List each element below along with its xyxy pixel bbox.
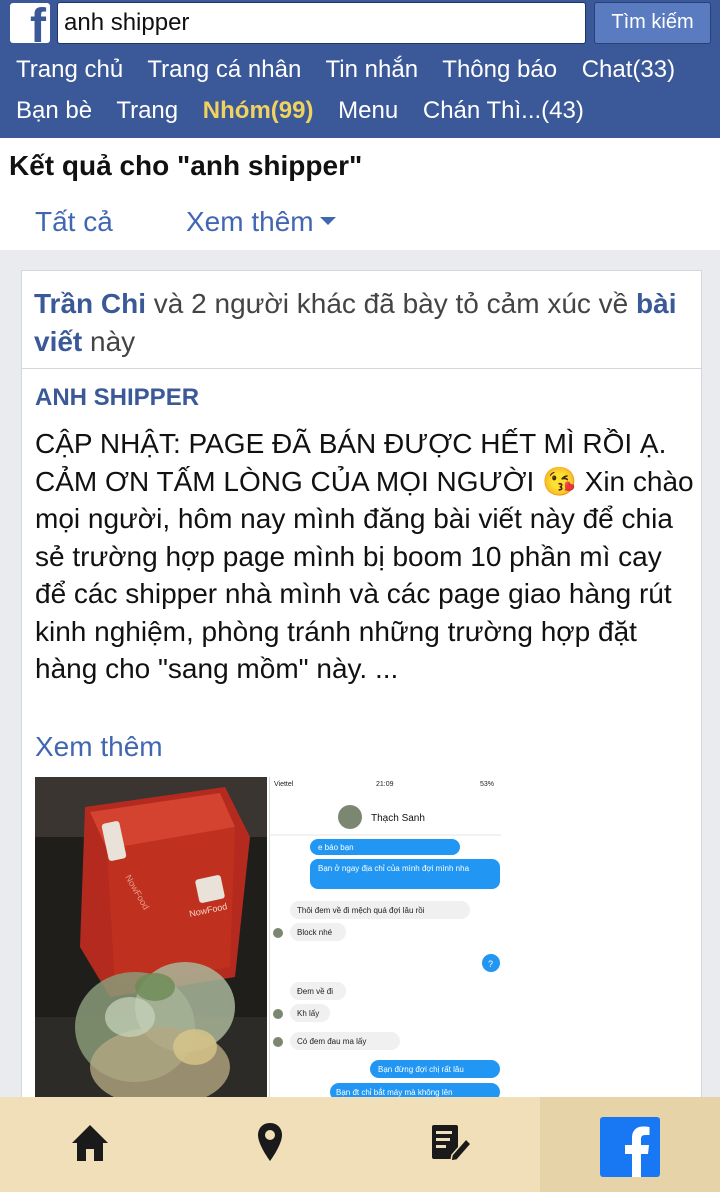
caret-down-icon: [319, 216, 336, 225]
tab-see-more-label: Xem thêm: [186, 206, 314, 237]
bottom-nav-bar: [0, 1097, 720, 1192]
svg-text:Bạn ở ngay địa chỉ của mình đợ: Bạn ở ngay địa chỉ của mình đợi mình nha: [318, 864, 470, 873]
svg-text:53%: 53%: [480, 781, 494, 788]
svg-text:Bạn đt chỉ bắt máy mà không lê: Bạn đt chỉ bắt máy mà không lên: [336, 1088, 453, 1097]
post-photo-delivery-bag[interactable]: NowFood NowFood: [35, 777, 267, 1101]
nav-notifications[interactable]: Thông báo: [442, 56, 557, 83]
nav-bored[interactable]: Chán Thì...(43): [423, 97, 584, 124]
nav-row-1: Trang chủ Trang cá nhân Tin nhắn Thông b…: [16, 56, 693, 84]
location-icon[interactable]: [256, 1119, 284, 1167]
search-input[interactable]: [57, 2, 586, 44]
svg-text:Đem về đi: Đem về đi: [297, 987, 333, 996]
nav-messages[interactable]: Tin nhắn: [326, 56, 419, 83]
reaction-user-name[interactable]: Trần Chi: [34, 288, 146, 319]
nav-chat[interactable]: Chat(33): [582, 56, 675, 83]
nav-pages[interactable]: Trang: [116, 97, 178, 124]
nav-menu[interactable]: Menu: [338, 97, 398, 124]
svg-text:Kh lấy: Kh lấy: [297, 1009, 319, 1018]
home-icon[interactable]: [70, 1119, 110, 1167]
svg-text:e báo bạn: e báo bạn: [318, 843, 354, 852]
nav-groups[interactable]: Nhóm(99): [203, 97, 314, 124]
results-title: Kết quả cho "anh shipper": [9, 150, 363, 181]
reaction-summary: Trần Chi và 2 người khác đã bày tỏ cảm x…: [22, 271, 701, 369]
chat-screenshot-image: Viettel 21:09 53% Thạch Sanh e báo bạn B…: [270, 777, 501, 1101]
svg-text:Thạch Sanh: Thạch Sanh: [371, 813, 425, 824]
tab-see-more[interactable]: Xem thêm: [186, 206, 336, 238]
results-header: Kết quả cho "anh shipper" Tất cả Xem thê…: [0, 138, 720, 250]
facebook-icon[interactable]: [600, 1117, 660, 1177]
svg-text:Có đem đau ma lấy: Có đem đau ma lấy: [297, 1037, 366, 1046]
tab-all[interactable]: Tất cả: [35, 206, 113, 238]
nav-profile[interactable]: Trang cá nhân: [147, 56, 301, 83]
svg-text:Viettel: Viettel: [274, 781, 294, 788]
nav-row-2: Bạn bè Trang Nhóm(99) Menu Chán Thì...(4…: [16, 97, 602, 125]
reaction-text: và 2 người khác đã bày tỏ cảm xúc về: [146, 288, 637, 319]
compose-icon[interactable]: [430, 1119, 474, 1167]
top-bar: f Tìm kiếm Trang chủ Trang cá nhân Tin n…: [0, 0, 720, 138]
svg-text:21:09: 21:09: [376, 781, 394, 788]
delivery-bag-image: NowFood NowFood: [35, 777, 267, 1101]
nav-friends[interactable]: Bạn bè: [16, 97, 92, 124]
post-card: Trần Chi và 2 người khác đã bày tỏ cảm x…: [21, 270, 702, 1101]
svg-text:?: ?: [488, 959, 493, 969]
svg-text:Thôi đem về đi mệch quá đợi lâ: Thôi đem về đi mệch quá đợi lâu rồi: [297, 906, 425, 915]
svg-text:Block nhé: Block nhé: [297, 928, 333, 937]
facebook-logo-icon[interactable]: f: [10, 3, 50, 43]
post-page-name[interactable]: ANH SHIPPER: [35, 384, 199, 412]
search-button[interactable]: Tìm kiếm: [594, 2, 711, 44]
reaction-tail: này: [82, 326, 136, 357]
post-body: CẬP NHẬT: PAGE ĐÃ BÁN ĐƯỢC HẾT MÌ RỒI Ạ.…: [35, 428, 694, 684]
nav-home[interactable]: Trang chủ: [16, 56, 123, 83]
svg-text:Bạn đừng đợi chị rất lâu: Bạn đừng đợi chị rất lâu: [378, 1065, 464, 1074]
post-photo-chat-screenshot[interactable]: Viettel 21:09 53% Thạch Sanh e báo bạn B…: [269, 777, 501, 1101]
see-more-link[interactable]: Xem thêm: [35, 731, 163, 763]
